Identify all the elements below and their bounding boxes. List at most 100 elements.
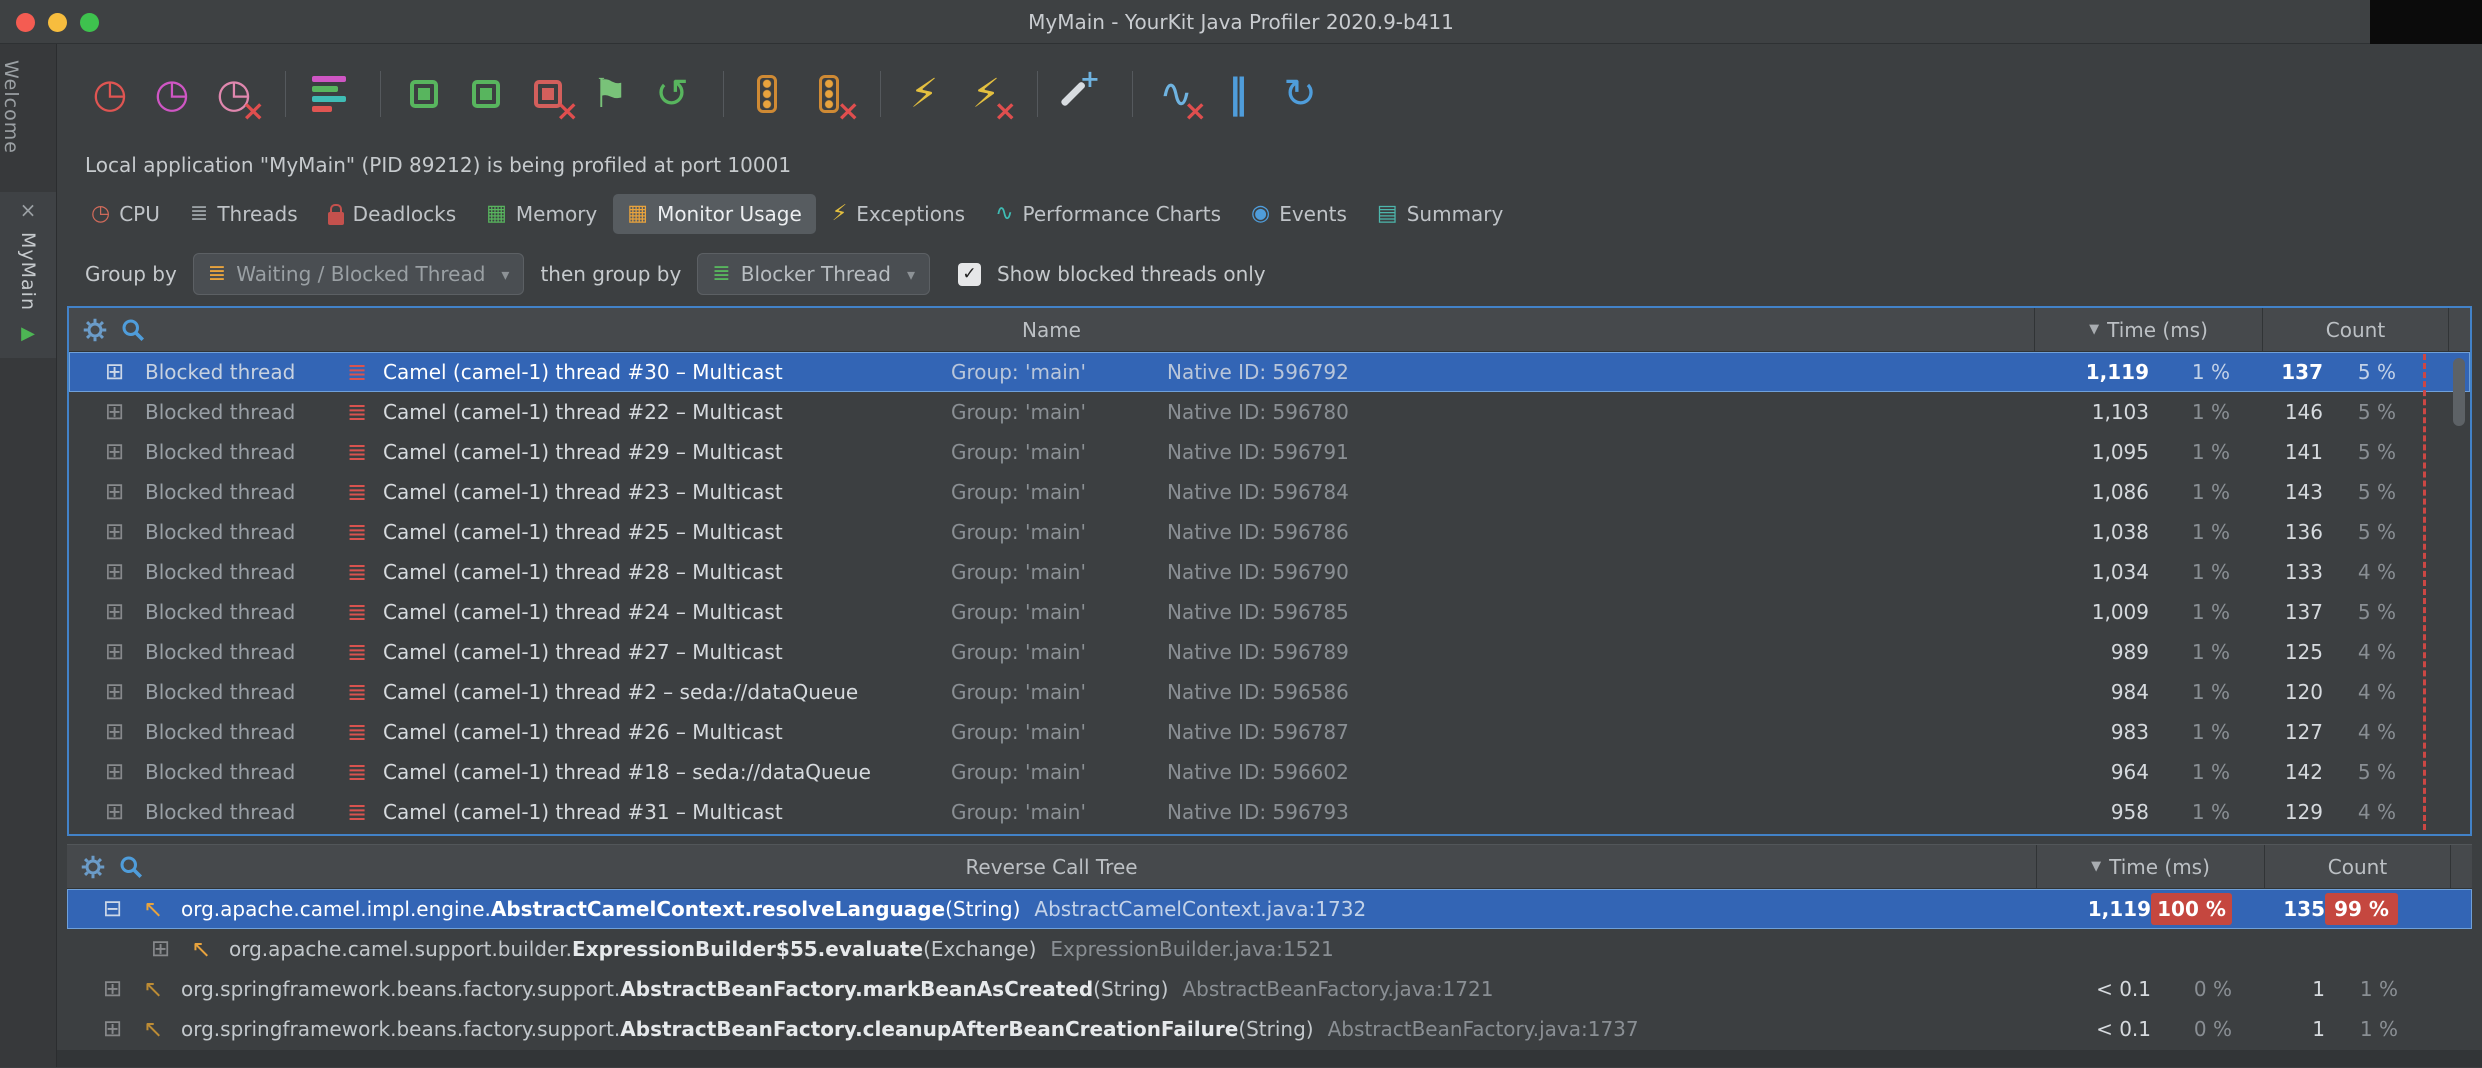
sidebar-item-welcome[interactable]: Welcome xyxy=(0,60,56,154)
stop-monitor-profiling-icon[interactable]: × xyxy=(802,67,856,121)
expand-icon[interactable]: ⊞ xyxy=(105,799,145,825)
reverse-call-tree-title[interactable]: Reverse Call Tree xyxy=(67,845,2036,888)
count-percent: 5 % xyxy=(2323,600,2396,624)
then-group-by-dropdown[interactable]: ≣ Blocker Thread ▾ xyxy=(697,253,930,295)
force-gc-icon[interactable]: ↺ xyxy=(645,67,699,121)
tab-events[interactable]: ◉Events xyxy=(1237,194,1361,234)
tab-cpu[interactable]: ◷CPU xyxy=(77,194,174,234)
summary-list-icon: ▤ xyxy=(1377,203,1398,225)
thread-name: Camel (camel-1) thread #24 – Multicast xyxy=(383,600,951,624)
table-row[interactable]: ⊞Blocked thread≣Camel (camel-1) thread #… xyxy=(69,632,2470,672)
column-header-count[interactable]: Count xyxy=(2262,308,2448,351)
column-header-count[interactable]: Count xyxy=(2264,845,2450,888)
gear-icon[interactable] xyxy=(81,855,105,879)
table-row[interactable]: ⊞Blocked thread≣Camel (camel-1) thread #… xyxy=(69,592,2470,632)
allocation-snapshot-icon[interactable] xyxy=(459,67,513,121)
table-row[interactable]: ⊞Blocked thread≣Camel (camel-1) thread #… xyxy=(69,712,2470,752)
tab-label: Threads xyxy=(217,202,297,226)
column-header-time-label: Time (ms) xyxy=(2107,318,2208,342)
vertical-scrollbar-thumb[interactable] xyxy=(2453,358,2465,426)
sidebar-item-mymain[interactable]: × MyMain ▶ xyxy=(0,192,56,358)
thread-name: Camel (camel-1) thread #2 – seda://dataQ… xyxy=(383,680,951,704)
expand-icon[interactable]: ⊞ xyxy=(151,936,191,962)
tab-monitor-usage[interactable]: ▦Monitor Usage xyxy=(613,194,816,234)
telemetry-pulse-icon[interactable]: ∿× xyxy=(1149,67,1203,121)
expand-icon[interactable]: ⊞ xyxy=(105,479,145,505)
inspections-wand-icon[interactable] xyxy=(1054,67,1108,121)
column-header-name[interactable]: Name xyxy=(69,308,2034,351)
search-icon[interactable] xyxy=(121,318,145,342)
table-row[interactable]: ⊞Blocked thread≣Camel (camel-1) thread #… xyxy=(69,512,2470,552)
table-row[interactable]: ⊞Blocked thread≣Camel (camel-1) thread #… xyxy=(69,392,2470,432)
tab-performance-charts[interactable]: ∿Performance Charts xyxy=(981,194,1235,234)
expand-icon[interactable]: ⊞ xyxy=(105,439,145,465)
call-tree-row[interactable]: ⊞ ↖ org.springframework.beans.factory.su… xyxy=(67,1009,2472,1049)
table-row[interactable]: ⊞Blocked thread≣Camel (camel-1) thread #… xyxy=(69,752,2470,792)
start-cpu-sampling-icon[interactable]: ◷ xyxy=(83,67,137,121)
thread-icon: ≣ xyxy=(347,678,383,706)
row-state-label: Blocked thread xyxy=(145,600,347,624)
close-tab-icon[interactable]: × xyxy=(20,200,37,220)
table-row[interactable]: ⊞Blocked thread≣Camel (camel-1) thread #… xyxy=(69,432,2470,472)
expand-icon[interactable]: ⊞ xyxy=(105,559,145,585)
expand-icon[interactable]: ⊞ xyxy=(103,1016,143,1042)
table-row[interactable]: ⊞Blocked thread≣Camel (camel-1) thread #… xyxy=(69,792,2470,832)
time-value: 1,119 xyxy=(2033,897,2151,921)
time-percent: 1 % xyxy=(2149,600,2230,624)
column-header-time[interactable]: ▼Time (ms) xyxy=(2034,308,2262,351)
table-row[interactable]: ⊞Blocked thread≣Camel (camel-1) thread #… xyxy=(69,472,2470,512)
expand-icon[interactable]: ⊞ xyxy=(105,359,145,385)
gear-icon[interactable] xyxy=(83,318,107,342)
close-window-button[interactable] xyxy=(16,13,35,32)
time-percent: 1 % xyxy=(2149,440,2230,464)
start-exception-recording-icon[interactable]: ⚡ xyxy=(897,67,951,121)
start-allocation-recording-icon[interactable] xyxy=(397,67,451,121)
expand-icon[interactable]: ⊞ xyxy=(105,759,145,785)
collapse-icon[interactable]: ⊟ xyxy=(103,896,143,922)
stop-allocation-recording-icon[interactable]: × xyxy=(521,67,575,121)
expand-icon[interactable]: ⊞ xyxy=(105,519,145,545)
expand-icon[interactable]: ⊞ xyxy=(105,599,145,625)
group-by-dropdown[interactable]: ≣ Waiting / Blocked Thread ▾ xyxy=(193,253,525,295)
thread-group: Group: 'main' xyxy=(951,560,1167,584)
table-row[interactable]: ⊞Blocked thread≣Camel (camel-1) thread #… xyxy=(69,552,2470,592)
show-blocked-threads-checkbox[interactable]: ✓ xyxy=(958,263,981,286)
expand-icon[interactable]: ⊞ xyxy=(105,719,145,745)
call-tree-row[interactable]: ⊞ ↖ org.apache.camel.support.builder.Exp… xyxy=(67,929,2472,969)
tab-deadlocks[interactable]: Deadlocks xyxy=(314,194,470,234)
tab-memory[interactable]: ▦Memory xyxy=(472,194,611,234)
minimize-window-button[interactable] xyxy=(48,13,67,32)
tab-exceptions[interactable]: ⚡Exceptions xyxy=(818,194,979,234)
mark-generation-flag-icon[interactable]: ⚑ xyxy=(583,67,637,121)
stop-exception-recording-icon[interactable]: ⚡× xyxy=(959,67,1013,121)
call-tree-row[interactable]: ⊟ ↖ org.apache.camel.impl.engine.Abstrac… xyxy=(67,889,2472,929)
search-icon[interactable] xyxy=(119,855,143,879)
show-blocked-threads-label[interactable]: Show blocked threads only xyxy=(997,262,1266,286)
callee-arrow-icon: ↖ xyxy=(191,935,229,963)
tab-threads[interactable]: ≣Threads xyxy=(176,194,312,234)
tab-summary[interactable]: ▤Summary xyxy=(1363,194,1517,234)
memory-chip-icon: ▦ xyxy=(486,203,507,225)
threads-telemetry-icon[interactable] xyxy=(302,67,356,121)
call-tree-row[interactable]: ⊞ ↖ org.springframework.beans.factory.su… xyxy=(67,969,2472,1009)
table-row[interactable]: ⊞Blocked thread≣Camel (camel-1) thread #… xyxy=(69,672,2470,712)
pause-icon[interactable]: ‖ xyxy=(1211,67,1265,121)
thread-icon: ≣ xyxy=(347,438,383,466)
expand-icon[interactable]: ⊞ xyxy=(105,399,145,425)
refresh-icon[interactable]: ↻ xyxy=(1273,67,1327,121)
package-prefix: org.springframework.beans.factory.suppor… xyxy=(181,1017,620,1041)
start-cpu-tracing-icon[interactable]: ◷ xyxy=(145,67,199,121)
start-monitor-profiling-icon[interactable] xyxy=(740,67,794,121)
method-args: (String) xyxy=(1238,1017,1313,1041)
method-args: (String) xyxy=(945,897,1020,921)
table-row[interactable]: ⊞Blocked thread≣Camel (camel-1) thread #… xyxy=(69,352,2470,392)
expand-icon[interactable]: ⊞ xyxy=(105,639,145,665)
lower-table-header: Reverse Call Tree ▼Time (ms) Count xyxy=(67,845,2472,889)
thread-native-id: Native ID: 596786 xyxy=(1167,520,2031,544)
column-header-time[interactable]: ▼Time (ms) xyxy=(2036,845,2264,888)
stop-cpu-profiling-icon[interactable]: ◷× xyxy=(207,67,261,121)
expand-icon[interactable]: ⊞ xyxy=(103,976,143,1002)
zoom-window-button[interactable] xyxy=(80,13,99,32)
expand-icon[interactable]: ⊞ xyxy=(105,679,145,705)
stop-x-overlay: × xyxy=(1184,97,1207,125)
